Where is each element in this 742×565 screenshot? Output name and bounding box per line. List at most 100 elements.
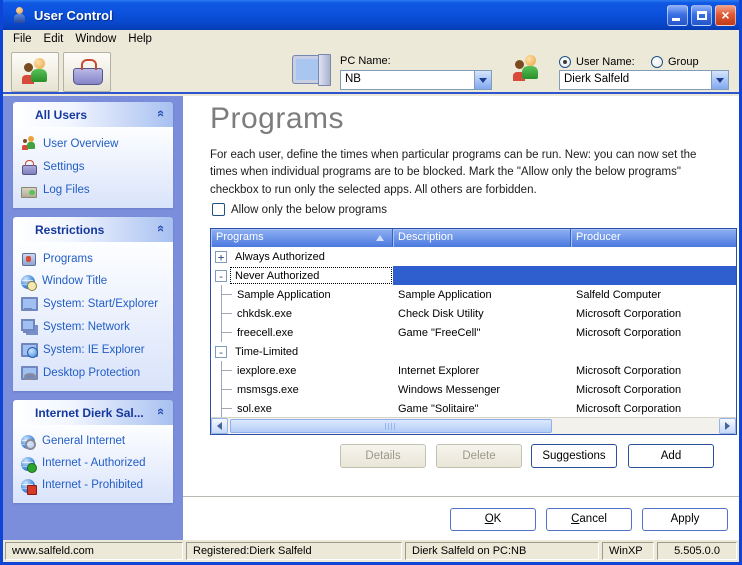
cell-description: Game "Solitaire"	[393, 399, 571, 417]
column-header-description[interactable]: Description	[393, 229, 571, 247]
user-name-combobox[interactable]: Dierk Salfeld	[559, 70, 729, 90]
menu-file[interactable]: File	[10, 32, 41, 47]
collapse-minus-icon[interactable]: -	[215, 346, 227, 358]
scroll-left-button[interactable]	[211, 418, 228, 434]
table-row[interactable]: Sample Application Sample Application Sa…	[211, 285, 736, 304]
sidebar-item-system-start-explorer[interactable]: System: Start/Explorer	[21, 296, 169, 311]
sidebar-item-label: System: Network	[43, 321, 130, 333]
section-header-restrictions[interactable]: Restrictions «	[13, 217, 173, 242]
scrollbar-thumb[interactable]	[230, 419, 552, 433]
footer-separator	[183, 496, 739, 497]
table-row[interactable]: chkdsk.exe Check Disk Utility Microsoft …	[211, 304, 736, 323]
table-row[interactable]: msmsgs.exe Windows Messenger Microsoft C…	[211, 380, 736, 399]
sidebar-item-window-title[interactable]: Window Title	[21, 274, 169, 288]
section-header-all-users[interactable]: All Users «	[13, 102, 173, 127]
magnifier-icon	[21, 365, 36, 380]
close-button[interactable]: ×	[715, 5, 736, 26]
minimize-button[interactable]	[667, 5, 688, 26]
sidebar: All Users « User Overview Settings Log F…	[3, 96, 183, 540]
user-name-radio[interactable]: User Name:	[559, 56, 635, 68]
expand-plus-icon[interactable]: +	[215, 251, 227, 263]
computer-icon	[293, 54, 333, 90]
sidebar-item-settings[interactable]: Settings	[21, 159, 169, 174]
section-items: Programs Window Title System: Start/Expl…	[13, 242, 173, 391]
status-version: 5.505.0.0	[657, 542, 737, 560]
cell-program: sol.exe	[237, 403, 272, 415]
group-label: Time-Limited	[229, 342, 393, 361]
menu-window[interactable]: Window	[72, 32, 125, 47]
pc-name-value: NB	[341, 71, 474, 89]
sort-ascending-icon	[376, 235, 384, 241]
sidebar-item-log-files[interactable]: Log Files	[21, 182, 169, 197]
title-bar: User Control ×	[0, 0, 742, 30]
pc-name-combobox[interactable]: NB	[340, 70, 492, 90]
users-toolbar-button[interactable]	[11, 52, 59, 92]
table-row-group-selected[interactable]: - Never Authorized	[211, 266, 736, 285]
collapse-minus-icon[interactable]: -	[215, 270, 227, 282]
column-label: Programs	[216, 231, 264, 243]
monitor-globe-icon	[21, 342, 36, 357]
collapse-chevron-icon[interactable]: «	[154, 408, 169, 415]
section-header-internet[interactable]: Internet Dierk Sal... «	[13, 400, 173, 425]
table-row[interactable]: iexplore.exe Internet Explorer Microsoft…	[211, 361, 736, 380]
users-icon	[21, 136, 36, 151]
cancel-button[interactable]: Cancel	[546, 508, 632, 531]
sidebar-item-user-overview[interactable]: User Overview	[21, 136, 169, 151]
cell-description: Check Disk Utility	[393, 304, 571, 323]
scroll-right-button[interactable]	[719, 418, 736, 434]
settings-toolbar-button[interactable]	[63, 52, 111, 92]
add-button[interactable]: Add	[628, 444, 714, 468]
table-rows: + Always Authorized - Never Authorized S…	[211, 247, 736, 417]
tree-connector	[211, 304, 237, 323]
sidebar-item-internet-prohibited[interactable]: Internet - Prohibited	[21, 478, 169, 492]
table-row[interactable]: sol.exe Game "Solitaire" Microsoft Corpo…	[211, 399, 736, 417]
group-radio[interactable]: Group	[651, 56, 699, 68]
menu-help[interactable]: Help	[125, 32, 161, 47]
chevron-down-icon[interactable]	[711, 71, 728, 89]
apply-button[interactable]: Apply	[642, 508, 728, 531]
maximize-icon	[697, 11, 707, 20]
page-description: For each user, define the times when par…	[210, 147, 718, 199]
sidebar-item-system-network[interactable]: System: Network	[21, 319, 169, 334]
horizontal-scrollbar[interactable]	[211, 417, 736, 434]
cell-program: Sample Application	[237, 289, 331, 301]
tree-connector	[211, 323, 237, 342]
maximize-button[interactable]	[691, 5, 712, 26]
chevron-down-icon[interactable]	[474, 71, 491, 89]
sidebar-item-desktop-protection[interactable]: Desktop Protection	[21, 365, 169, 380]
sidebar-item-label: System: IE Explorer	[43, 344, 145, 356]
sidebar-item-system-ie-explorer[interactable]: System: IE Explorer	[21, 342, 169, 357]
ok-button[interactable]: OK	[450, 508, 536, 531]
sidebar-item-general-internet[interactable]: General Internet	[21, 434, 169, 448]
globe-clock-icon	[21, 275, 35, 289]
globe-block-icon	[21, 479, 35, 493]
table-row-group[interactable]: - Time-Limited	[211, 342, 736, 361]
globe-check-icon	[21, 457, 35, 471]
column-header-programs[interactable]: Programs	[211, 229, 393, 247]
table-row-group[interactable]: + Always Authorized	[211, 247, 736, 266]
allow-only-checkbox-label[interactable]: Allow only the below programs	[231, 204, 387, 216]
cell-producer: Microsoft Corporation	[571, 380, 736, 399]
allow-only-checkbox[interactable]	[212, 203, 225, 216]
table-row[interactable]: freecell.exe Game "FreeCell" Microsoft C…	[211, 323, 736, 342]
column-label: Producer	[576, 231, 621, 243]
menu-bar: File Edit Window Help	[3, 30, 739, 48]
column-header-producer[interactable]: Producer	[571, 229, 736, 247]
collapse-chevron-icon[interactable]: «	[154, 225, 169, 232]
globe-magnifier-icon	[21, 435, 35, 449]
sidebar-item-label: Internet - Prohibited	[42, 479, 143, 491]
sidebar-item-programs[interactable]: Programs	[21, 251, 169, 266]
sidebar-item-internet-authorized[interactable]: Internet - Authorized	[21, 456, 169, 470]
cell-producer: Microsoft Corporation	[571, 361, 736, 380]
collapse-chevron-icon[interactable]: «	[154, 110, 169, 117]
status-os: WinXP	[602, 542, 654, 560]
menu-edit[interactable]: Edit	[41, 32, 73, 47]
monitors-icon	[21, 319, 36, 334]
cell-program: freecell.exe	[237, 327, 293, 339]
main-content: Programs For each user, define the times…	[183, 96, 739, 540]
cell-program: chkdsk.exe	[237, 308, 292, 320]
suggestions-button[interactable]: Suggestions	[531, 444, 617, 468]
tree-connector	[211, 380, 237, 399]
users-icon	[18, 58, 52, 86]
status-registered: Registered:Dierk Salfeld	[186, 542, 402, 560]
